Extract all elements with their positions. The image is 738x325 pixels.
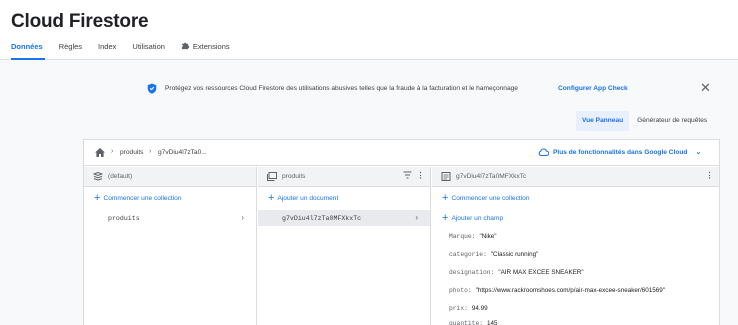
- field-row[interactable]: photo: "https://www.rackroomshoes.com/p/a…: [449, 287, 665, 294]
- extensions-icon: [181, 41, 190, 60]
- collection-column-header: produits ⋮: [258, 167, 430, 187]
- page-header: Cloud Firestore Données Règles Index Uti…: [0, 0, 738, 60]
- filter-icon[interactable]: [403, 171, 412, 179]
- breadcrumb-document[interactable]: g7vDiu4l7zTa0...: [158, 149, 207, 156]
- chevron-down-icon: ⌄: [695, 149, 702, 156]
- query-builder-button[interactable]: Générateur de requêtes: [631, 111, 713, 131]
- database-icon: [93, 172, 103, 181]
- start-collection-button[interactable]: + Commencer une collection: [94, 192, 182, 204]
- tab-extensions[interactable]: Extensions: [173, 41, 238, 60]
- chevron-right-icon: ›: [415, 213, 418, 222]
- document-icon: [441, 172, 451, 181]
- collection-item-produits[interactable]: produits ›: [84, 210, 256, 226]
- field-row[interactable]: Marque: "Nike": [449, 233, 497, 240]
- more-vert-icon[interactable]: ⋮: [706, 171, 714, 180]
- tab-bar: Données Règles Index Utilisation Extensi…: [0, 41, 238, 60]
- more-google-cloud-button[interactable]: Plus de fonctionnalités dans Google Clou…: [538, 148, 701, 156]
- field-row[interactable]: designation: "AIR MAX EXCEE SNEAKER": [449, 269, 584, 276]
- home-icon[interactable]: [95, 148, 105, 157]
- app-check-banner: Protégez vos ressources Cloud Firestore …: [0, 75, 738, 103]
- document-item[interactable]: g7vDiu4l7zTa0MFXkxTc ›: [258, 210, 430, 226]
- page-title: Cloud Firestore: [11, 11, 149, 32]
- add-document-button[interactable]: + Ajouter un document: [268, 192, 338, 204]
- banner-message: Protégez vos ressources Cloud Firestore …: [165, 85, 518, 92]
- collection-column: produits ⋮ + Ajouter un document g7vDiu4…: [258, 167, 431, 325]
- chevron-right-icon: ›: [241, 213, 244, 222]
- more-vert-icon[interactable]: ⋮: [417, 171, 425, 180]
- breadcrumb: › produits › g7vDiu4l7zTa0... Plus de fo…: [84, 140, 719, 166]
- tab-donnees[interactable]: Données: [0, 41, 51, 60]
- tab-utilisation[interactable]: Utilisation: [124, 41, 173, 60]
- close-icon[interactable]: ✕: [700, 81, 711, 94]
- breadcrumb-separator: ›: [149, 148, 152, 155]
- document-column: g7vDiu4l7zTa0MFXkxTc ⋮ + Commencer une c…: [432, 167, 719, 325]
- field-row[interactable]: prix: 94.99: [449, 305, 488, 312]
- data-panel: › produits › g7vDiu4l7zTa0... Plus de fo…: [83, 139, 720, 325]
- cloud-icon: [538, 148, 549, 156]
- add-icon: +: [442, 192, 449, 204]
- field-row[interactable]: quantite: 145: [449, 320, 498, 325]
- breadcrumb-collection[interactable]: produits: [120, 149, 143, 156]
- panel-view-button[interactable]: Vue Panneau: [576, 111, 630, 131]
- add-icon: +: [268, 192, 275, 204]
- add-field-button[interactable]: + Ajouter un champ: [442, 212, 503, 224]
- start-subcollection-button[interactable]: + Commencer une collection: [442, 192, 530, 204]
- tab-index[interactable]: Index: [90, 41, 124, 60]
- add-icon: +: [94, 192, 101, 204]
- tab-regles[interactable]: Règles: [51, 41, 90, 60]
- root-column: (default) + Commencer une collection pro…: [84, 167, 257, 325]
- configure-app-check-link[interactable]: Configurer App Check: [558, 85, 628, 92]
- view-toggle: Vue Panneau Générateur de requêtes: [576, 111, 713, 131]
- field-row[interactable]: categorie: "Classic running": [449, 251, 538, 258]
- add-icon: +: [442, 212, 449, 224]
- document-column-header: g7vDiu4l7zTa0MFXkxTc ⋮: [432, 167, 719, 187]
- root-column-header: (default): [84, 167, 256, 187]
- breadcrumb-separator: ›: [111, 148, 114, 155]
- shield-icon: [147, 83, 157, 94]
- collection-icon: [267, 172, 277, 181]
